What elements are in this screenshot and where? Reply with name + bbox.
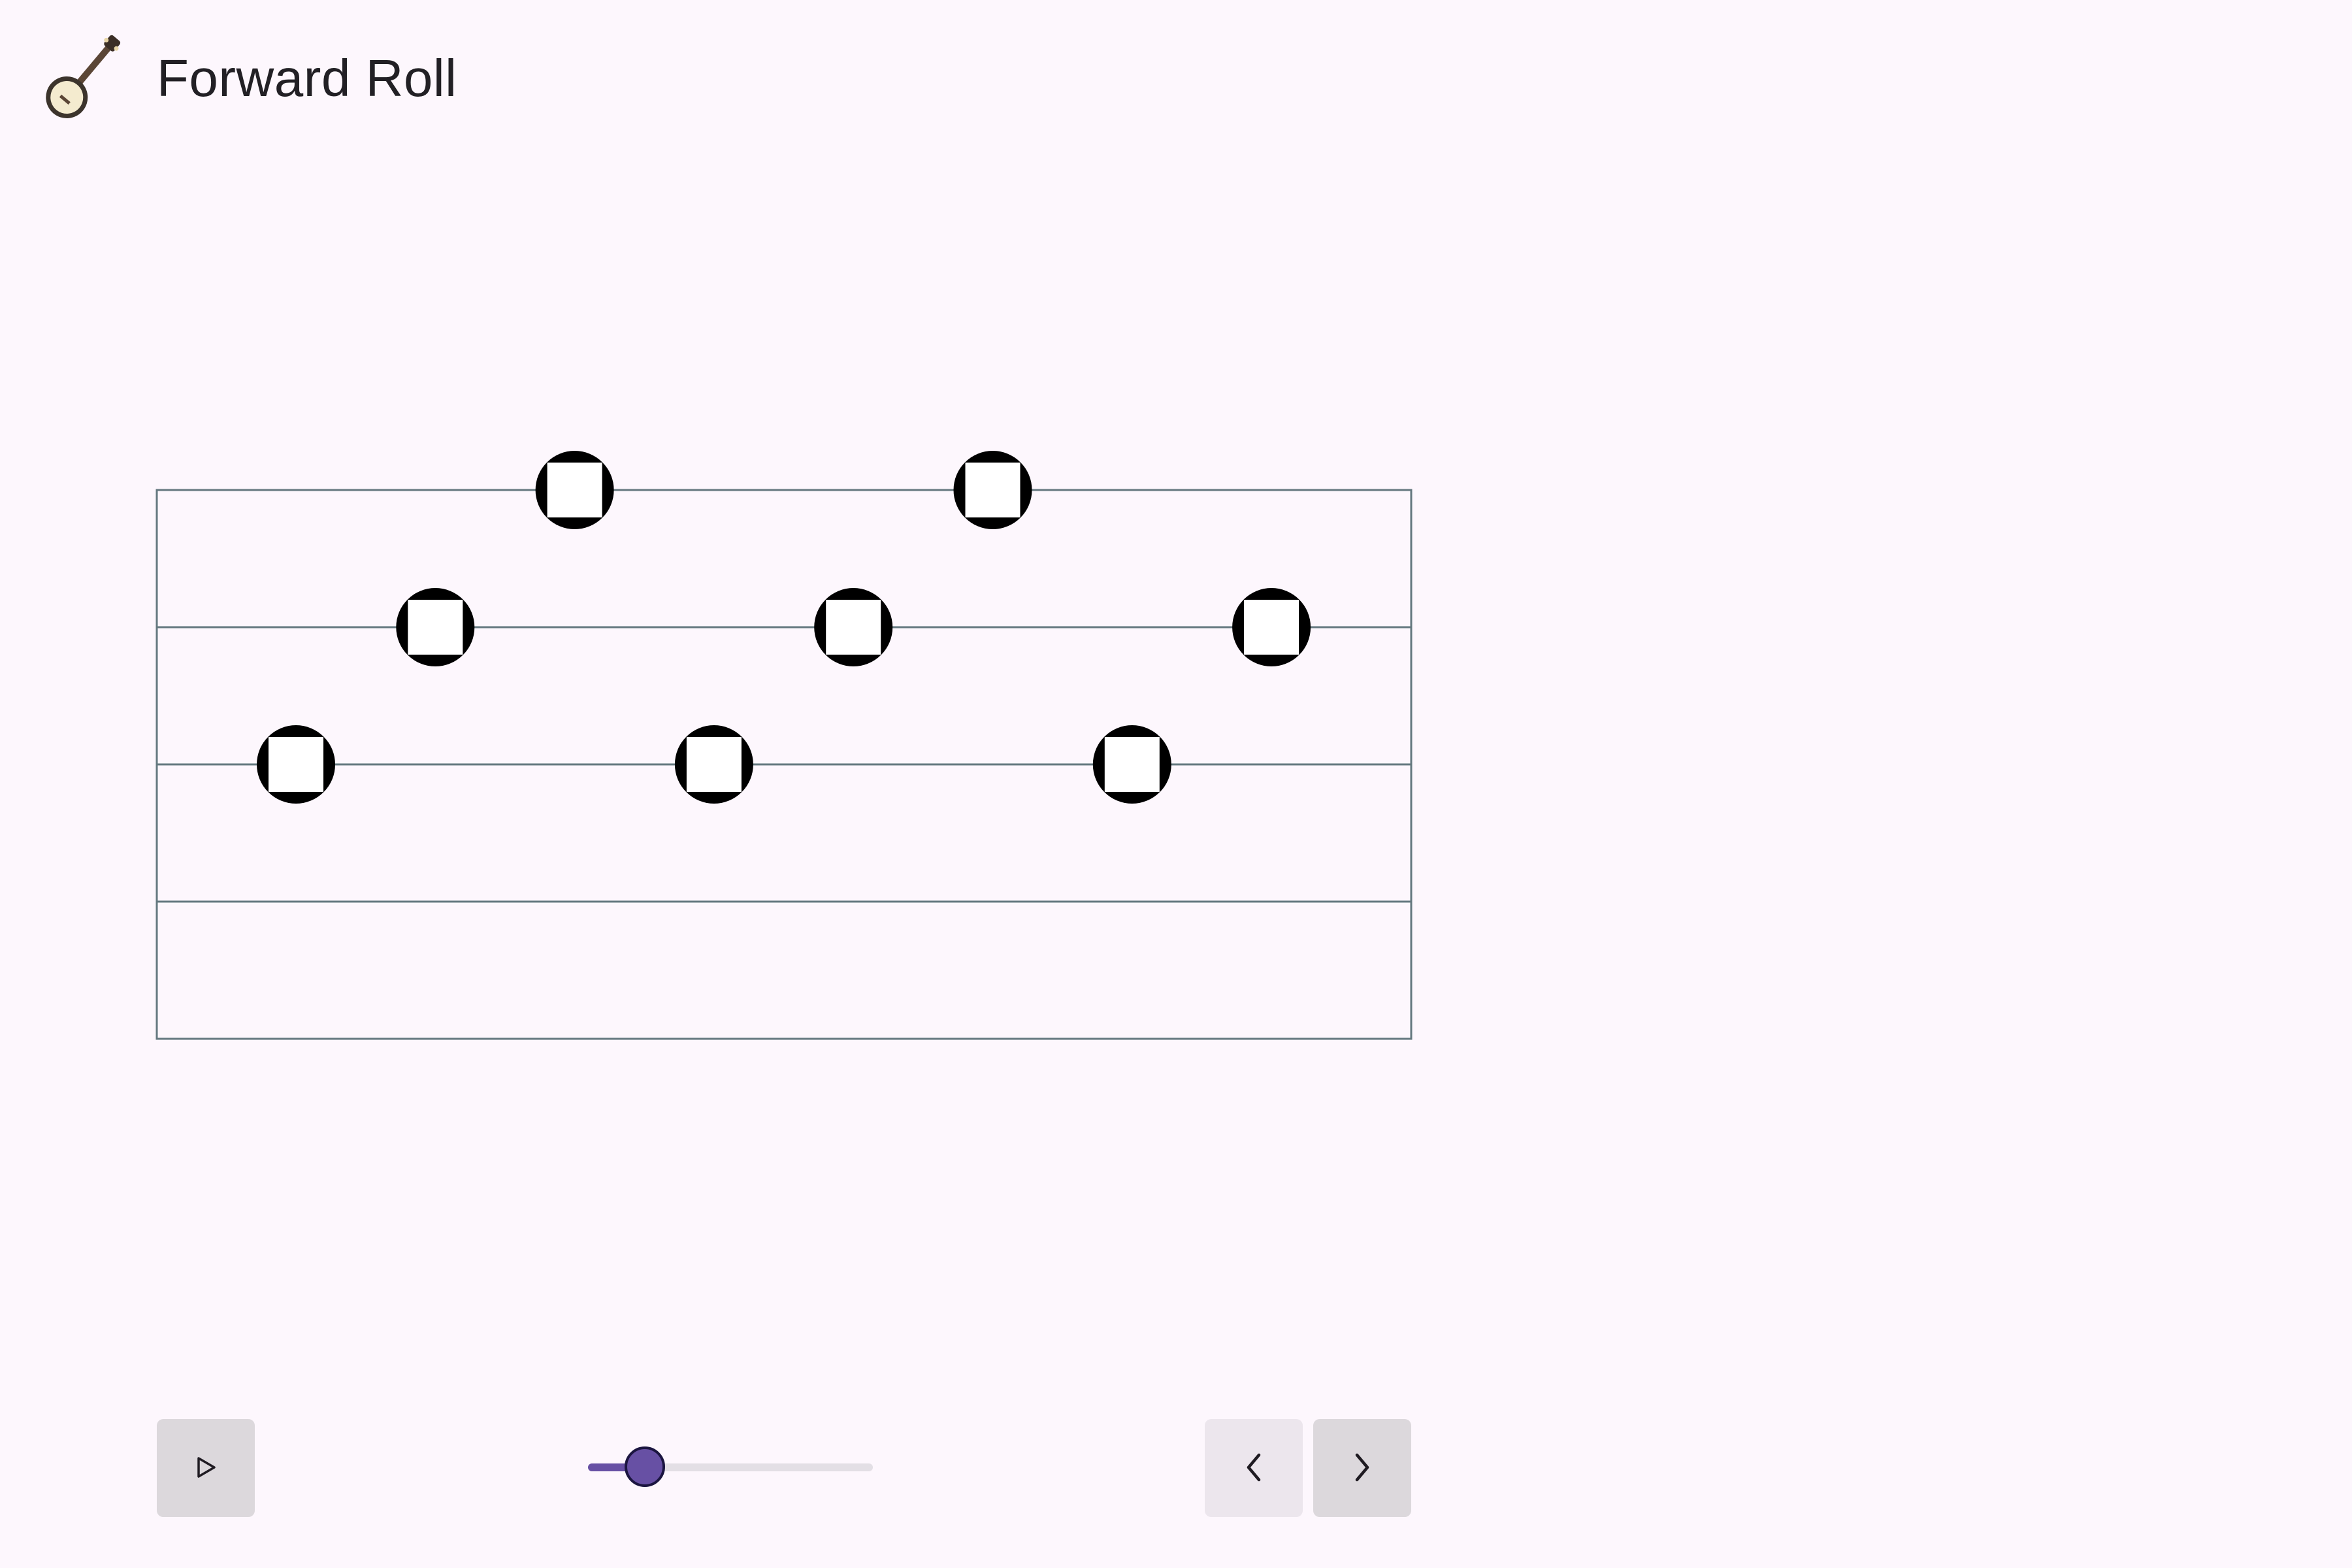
slider-thumb[interactable] (625, 1446, 666, 1487)
previous-button[interactable] (1205, 1419, 1303, 1517)
note-marker-icon[interactable] (396, 588, 475, 666)
note-marker-icon[interactable] (257, 725, 335, 804)
play-icon (193, 1454, 219, 1482)
note-square (1104, 737, 1160, 792)
note-square (269, 737, 323, 792)
note-marker-icon[interactable] (535, 451, 614, 529)
banjo-icon (33, 33, 131, 131)
note-square (686, 737, 742, 792)
note-marker-icon[interactable] (1232, 588, 1311, 666)
note-marker-icon[interactable] (674, 725, 753, 804)
note-square (826, 600, 881, 655)
page-title: Forward Roll (157, 49, 457, 107)
note-marker-icon[interactable] (814, 588, 893, 666)
play-button[interactable] (157, 1419, 255, 1517)
note-marker-icon[interactable] (953, 451, 1032, 529)
note-marker-icon[interactable] (1092, 725, 1171, 804)
tablature-canvas (155, 451, 1413, 1040)
note-square (408, 600, 463, 655)
note-square (965, 463, 1021, 517)
tempo-slider[interactable] (588, 1439, 873, 1497)
note-square (547, 463, 602, 517)
tablature-staff (155, 451, 1413, 1040)
next-button[interactable] (1313, 1419, 1411, 1517)
playback-controls (0, 1411, 2352, 1529)
chevron-left-icon (1241, 1451, 1267, 1486)
app-header: Forward Roll (0, 0, 2352, 157)
chevron-right-icon (1349, 1451, 1375, 1486)
note-square (1244, 600, 1299, 655)
